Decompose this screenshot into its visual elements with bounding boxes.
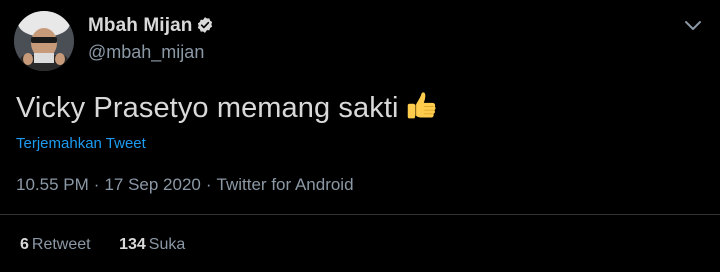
likes-count: 134 [119, 236, 146, 253]
author-display-name[interactable]: Mbah Mijan [88, 15, 192, 37]
retweets-stat[interactable]: 6 Retweet [20, 236, 91, 254]
verified-badge-icon [196, 16, 214, 34]
translate-tweet-link[interactable]: Terjemahkan Tweet [16, 135, 146, 152]
tweet-text: Vicky Prasetyo memang sakti [16, 90, 438, 125]
tweet-metadata: 10.55 PM · 17 Sep 2020 · Twitter for Android [16, 175, 354, 195]
tweet-date[interactable]: 17 Sep 2020 [104, 175, 200, 194]
tweet-text-content: Vicky Prasetyo memang sakti [16, 92, 399, 124]
likes-label: Suka [148, 236, 186, 253]
retweets-label: Retweet [31, 236, 91, 253]
meta-separator: · [93, 175, 100, 194]
author-handle[interactable]: @mbah_mijan [88, 42, 214, 63]
tweet-header: Mbah Mijan @mbah_mijan [14, 11, 706, 73]
chevron-down-icon[interactable] [680, 13, 706, 39]
retweets-count: 6 [20, 236, 29, 253]
tweet-card: Mbah Mijan @mbah_mijan Vicky Prasetyo me… [0, 0, 720, 272]
tweet-stats: 6 Retweet 134 Suka [20, 236, 209, 254]
author-info: Mbah Mijan @mbah_mijan [88, 15, 214, 63]
tweet-time[interactable]: 10.55 PM [16, 175, 89, 194]
tweet-source[interactable]: Twitter for Android [217, 175, 354, 194]
avatar[interactable] [14, 11, 74, 71]
thumbs-up-icon [405, 90, 438, 123]
meta-separator: · [205, 175, 212, 194]
likes-stat[interactable]: 134 Suka [119, 236, 185, 254]
divider [0, 214, 720, 215]
